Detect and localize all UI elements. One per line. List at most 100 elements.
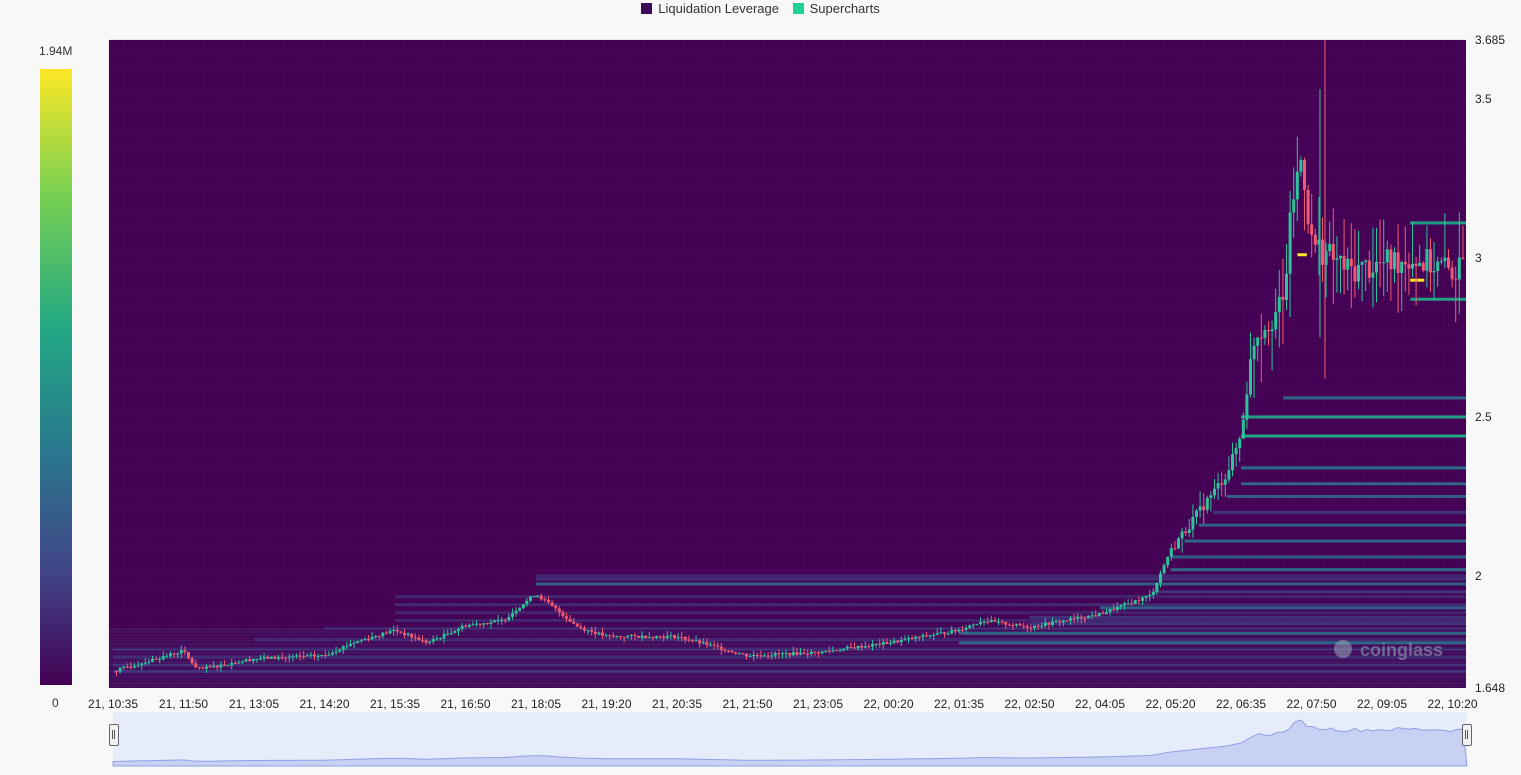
- candle-body: [280, 657, 284, 659]
- candle-body: [295, 655, 298, 657]
- candle-body: [543, 599, 547, 601]
- candle-body: [1447, 257, 1450, 268]
- candle-body: [529, 596, 532, 601]
- candle-body: [647, 637, 651, 639]
- candle-body: [910, 638, 914, 640]
- candle-body: [604, 635, 608, 637]
- candle-body: [777, 653, 781, 655]
- candle-body: [370, 636, 374, 640]
- candle-body: [665, 635, 669, 638]
- candle-body: [557, 608, 561, 613]
- candle-body: [1457, 257, 1461, 280]
- candle-body: [1256, 337, 1260, 346]
- candle-body: [1454, 279, 1458, 281]
- candle-body: [1425, 249, 1429, 271]
- candle-body: [1303, 160, 1306, 190]
- candle-body: [147, 661, 151, 663]
- x-tick-label: 21, 10:35: [88, 697, 138, 711]
- candle-body: [503, 619, 507, 621]
- liquidation-band: [536, 582, 1466, 586]
- candle-body: [856, 645, 860, 649]
- liquidation-band: [1226, 494, 1466, 498]
- candle-body: [381, 632, 385, 637]
- heatmap-cell: [109, 682, 1466, 684]
- x-tick-label: 22, 10:20: [1427, 697, 1477, 711]
- candle-body: [1461, 257, 1465, 259]
- candle-body: [1382, 262, 1386, 264]
- candle-body: [1249, 359, 1252, 395]
- liquidation-band: [959, 631, 1466, 635]
- candle-body: [439, 638, 442, 640]
- liquidation-band: [1212, 510, 1466, 514]
- candle-body: [1292, 199, 1296, 213]
- candle-body: [1198, 506, 1202, 511]
- candle-body: [1277, 296, 1281, 313]
- liquidation-heatmap-chart[interactable]: 3.685 3.5 3 2.5 2 1.648 21, 10:35 21, 11:50 21, …: [0, 0, 1521, 775]
- candle-body: [831, 650, 835, 652]
- candle-body: [1367, 260, 1371, 278]
- candle-body: [219, 664, 223, 668]
- candle-body: [1162, 565, 1166, 574]
- candle-body: [377, 636, 381, 638]
- candle-body: [939, 632, 943, 634]
- candle-body: [572, 621, 576, 624]
- liquidation-band: [1241, 434, 1466, 438]
- candle-body: [212, 665, 216, 668]
- candle-body: [1238, 438, 1242, 449]
- candle-body: [1231, 454, 1234, 471]
- candle-body: [961, 629, 964, 631]
- navigator-left-handle[interactable]: [109, 724, 119, 746]
- candle-body: [1346, 258, 1350, 270]
- candle-body: [788, 653, 792, 656]
- candle-body: [1061, 620, 1065, 623]
- candle-body: [1432, 270, 1436, 273]
- x-tick-label: 21, 14:20: [299, 697, 349, 711]
- candle-body: [1180, 531, 1184, 539]
- candle-body: [687, 639, 691, 641]
- candle-body: [838, 650, 842, 652]
- candle-body: [399, 631, 403, 633]
- candle-body: [1187, 529, 1191, 533]
- candle-body: [1076, 616, 1080, 619]
- candle-body: [507, 616, 511, 621]
- candle-body: [1223, 479, 1227, 485]
- candle-body: [345, 645, 349, 647]
- liquidation-band: [1241, 415, 1466, 419]
- candle-body: [1025, 626, 1029, 628]
- candle-body: [766, 655, 770, 657]
- candle-body: [1159, 573, 1162, 583]
- candle-body: [1209, 495, 1213, 498]
- candle-body: [1375, 261, 1378, 273]
- candle-body: [932, 634, 936, 636]
- candle-body: [1000, 621, 1004, 623]
- candle-body: [651, 637, 655, 639]
- candle-body: [313, 654, 316, 657]
- navigator-right-handle[interactable]: [1462, 724, 1472, 746]
- candle-body: [143, 662, 147, 664]
- candle-body: [1195, 510, 1198, 517]
- candle-body: [989, 620, 993, 623]
- candle-body: [644, 635, 648, 639]
- candle-body: [1112, 609, 1116, 611]
- x-tick-label: 22, 02:50: [1004, 697, 1054, 711]
- candle-body: [485, 623, 489, 625]
- liquidation-band: [1170, 568, 1466, 572]
- candle-body: [1400, 261, 1404, 273]
- candle-body: [176, 653, 180, 655]
- liquidation-band: [1029, 615, 1466, 619]
- candle-body: [1385, 249, 1389, 263]
- candle-body: [885, 642, 889, 645]
- candle-body: [935, 633, 939, 635]
- candle-body: [518, 608, 522, 611]
- candle-body: [741, 653, 745, 655]
- candle-body: [521, 604, 525, 609]
- liquidation-band: [113, 647, 1466, 651]
- candle-body: [889, 642, 892, 645]
- candle-body: [759, 655, 763, 657]
- candle-body: [964, 627, 968, 631]
- candle-body: [575, 623, 579, 627]
- candle-body: [424, 640, 428, 643]
- x-tick-label: 22, 01:35: [934, 697, 984, 711]
- liquidation-band: [1410, 297, 1466, 301]
- x-tick-label: 22, 06:35: [1216, 697, 1266, 711]
